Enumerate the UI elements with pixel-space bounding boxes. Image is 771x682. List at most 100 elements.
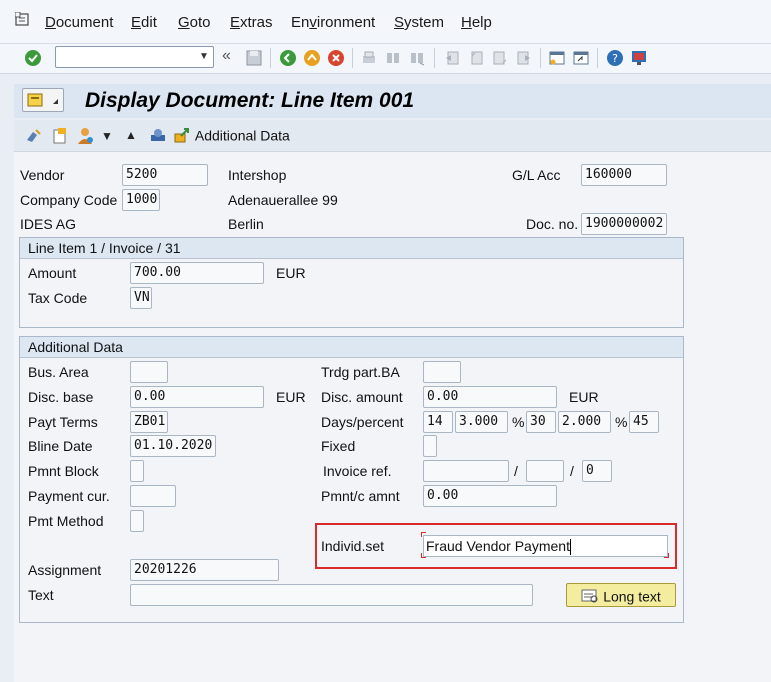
vendor-icon[interactable] <box>75 126 95 146</box>
line-item-heading: Line Item 1 / Invoice / 31 <box>20 238 683 259</box>
text-field[interactable] <box>130 584 533 606</box>
toolbar-separator <box>352 48 353 68</box>
menu-bar <box>0 0 771 44</box>
percent1-field[interactable]: 3.000 <box>455 411 508 433</box>
fixed-checkbox[interactable] <box>423 435 437 457</box>
display-change-icon[interactable] <box>24 126 44 146</box>
save-icon[interactable] <box>245 49 263 67</box>
trading-partner-label: Trdg part.BA <box>321 364 400 380</box>
additional-data-label: Additional Data <box>194 127 290 144</box>
percent1-sign: % <box>512 414 525 430</box>
discount-base-label: Disc. base <box>28 389 94 405</box>
vendor-field[interactable]: 5200 <box>122 164 208 186</box>
collapse-icon[interactable]: « <box>222 47 231 65</box>
tax-code-field[interactable]: VN <box>130 287 152 309</box>
shortcut-icon[interactable] <box>572 49 590 67</box>
additional-data-button[interactable]: Additional Data <box>173 126 290 146</box>
display-icon[interactable] <box>148 126 168 146</box>
individual-setting-field[interactable]: Fraud Vendor Payment <box>423 535 668 557</box>
payment-block-field[interactable] <box>130 460 144 482</box>
system-menu-button[interactable] <box>22 88 64 112</box>
gl-account-field[interactable]: 160000 <box>581 164 667 186</box>
payment-method-field[interactable] <box>130 510 144 532</box>
payment-currency-amount-field[interactable]: 0.00 <box>423 485 557 507</box>
payment-block-label: Pmnt Block <box>28 463 99 479</box>
document-number-label: Doc. no. <box>526 216 579 232</box>
vendor-street: Adenauerallee 99 <box>228 192 338 208</box>
discount-amount-currency: EUR <box>569 389 599 405</box>
vendor-name: Intershop <box>228 167 287 183</box>
menu-icon[interactable] <box>14 11 33 28</box>
find-next-icon[interactable] <box>408 49 426 67</box>
invoice-ref-field[interactable] <box>423 460 509 482</box>
vendor-city: Berlin <box>228 216 264 232</box>
page-title: Display Document: Line Item 001 <box>85 89 415 112</box>
amount-field[interactable]: 700.00 <box>130 262 264 284</box>
menu-goto[interactable]: Goto <box>178 14 211 31</box>
help-icon[interactable]: ? <box>606 49 624 67</box>
discount-base-field[interactable]: 0.00 <box>130 386 264 408</box>
business-area-field[interactable] <box>130 361 168 383</box>
invoice-ref-item-field[interactable]: 0 <box>582 460 612 482</box>
tax-code-label: Tax Code <box>28 290 88 306</box>
system-menu-icon <box>27 93 58 107</box>
percent2-field[interactable]: 2.000 <box>558 411 611 433</box>
first-page-icon[interactable] <box>443 49 461 67</box>
days1-field[interactable]: 14 <box>423 411 453 433</box>
discount-amount-field[interactable]: 0.00 <box>423 386 557 408</box>
back-icon[interactable] <box>279 49 297 67</box>
exit-icon[interactable] <box>303 49 321 67</box>
invoice-ref-year-field[interactable] <box>526 460 564 482</box>
individual-setting-value: Fraud Vendor Payment <box>426 538 570 554</box>
payment-terms-label: Payt Terms <box>28 414 98 430</box>
discount-amount-label: Disc. amount <box>321 389 403 405</box>
customize-layout-icon[interactable] <box>630 49 648 67</box>
toolbar-separator <box>597 48 598 68</box>
find-icon[interactable] <box>384 49 402 67</box>
menu-edit[interactable]: Edit <box>131 14 157 31</box>
toolbar-separator <box>434 48 435 68</box>
gl-account-label: G/L Acc <box>512 167 561 183</box>
baseline-date-field[interactable]: 01.10.2020 <box>130 435 216 457</box>
assignment-label: Assignment <box>28 562 102 578</box>
amount-currency: EUR <box>276 265 306 281</box>
vendor-label: Vendor <box>20 167 65 183</box>
fixed-label: Fixed <box>321 438 356 454</box>
text-label: Text <box>28 587 54 603</box>
new-session-icon[interactable] <box>548 49 566 67</box>
menu-system[interactable]: System <box>394 14 444 31</box>
document-number-field[interactable]: 1900000002 <box>581 213 667 235</box>
command-field[interactable] <box>55 46 214 68</box>
menu-document[interactable]: Document <box>45 14 113 31</box>
company-code-field[interactable]: 1000 <box>122 189 160 211</box>
menu-help[interactable]: Help <box>461 14 492 31</box>
menu-extras[interactable]: Extras <box>230 14 273 31</box>
long-text-button[interactable]: Long text <box>566 583 676 607</box>
payment-terms-field[interactable]: ZB01 <box>130 411 168 433</box>
long-text-label: Long text <box>603 588 661 605</box>
previous-item-icon[interactable]: ▲ <box>125 128 137 142</box>
last-page-icon[interactable] <box>515 49 533 67</box>
next-item-icon[interactable]: ▼ <box>101 129 113 143</box>
assignment-field[interactable]: 20201226 <box>130 559 279 581</box>
menu-environment[interactable]: Environment <box>291 14 375 31</box>
company-code-label: Company Code <box>20 192 118 208</box>
invoice-ref-label: Invoice ref. <box>323 463 392 479</box>
next-page-icon[interactable] <box>491 49 509 67</box>
enter-check-icon[interactable] <box>24 49 42 67</box>
baseline-date-label: Bline Date <box>28 438 93 454</box>
command-dropdown-icon[interactable]: ▼ <box>196 48 212 66</box>
invoice-ref-separator-2: / <box>570 463 574 479</box>
payment-currency-field[interactable] <box>130 485 176 507</box>
percent2-sign: % <box>615 414 628 430</box>
long-text-icon <box>581 589 598 603</box>
previous-page-icon[interactable] <box>467 49 485 67</box>
svg-text:?: ? <box>612 52 618 65</box>
days3-field[interactable]: 45 <box>629 411 659 433</box>
print-icon[interactable] <box>360 49 378 67</box>
trading-partner-field[interactable] <box>423 361 461 383</box>
cancel-icon[interactable] <box>327 49 345 67</box>
document-overview-icon[interactable] <box>50 126 70 146</box>
invoice-ref-separator-1: / <box>514 463 518 479</box>
days2-field[interactable]: 30 <box>526 411 556 433</box>
